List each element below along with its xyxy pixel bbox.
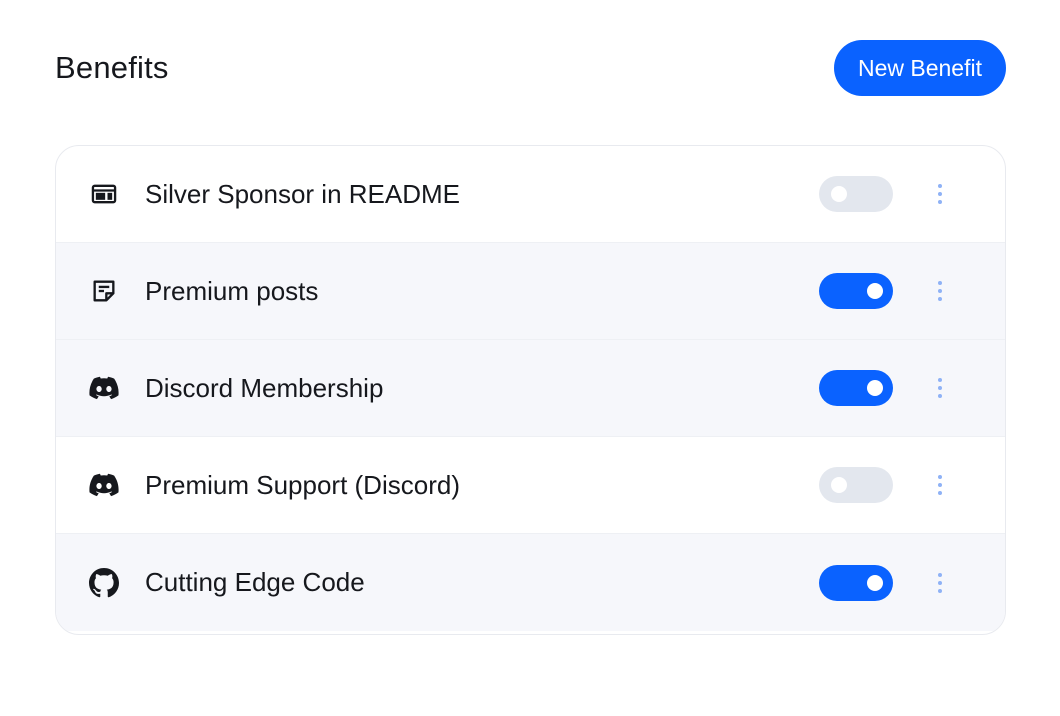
article-note-icon bbox=[89, 276, 119, 306]
benefit-label: Premium Support (Discord) bbox=[145, 469, 460, 500]
toggle-knob bbox=[867, 283, 883, 299]
benefit-label: Cutting Edge Code bbox=[145, 567, 365, 597]
benefits-page: Benefits New Benefit Silver Sponsor in R… bbox=[0, 0, 1060, 716]
toggle-knob bbox=[867, 574, 883, 591]
more-options-icon[interactable] bbox=[928, 467, 952, 503]
more-options-icon[interactable] bbox=[928, 565, 952, 601]
benefit-label: Silver Sponsor in README bbox=[145, 178, 460, 209]
page-title: Benefits bbox=[55, 50, 169, 85]
toggle-knob bbox=[831, 477, 847, 493]
toggle-knob bbox=[867, 380, 883, 396]
benefit-toggle[interactable] bbox=[819, 273, 893, 309]
list-item: Discord Membership bbox=[56, 340, 1005, 437]
list-item: Premium Support (Discord) bbox=[56, 437, 1005, 534]
benefit-toggle[interactable] bbox=[819, 370, 893, 406]
ad-card-icon bbox=[89, 179, 119, 209]
benefit-label: Discord Membership bbox=[145, 372, 384, 403]
benefit-toggle[interactable] bbox=[819, 176, 893, 212]
new-benefit-button[interactable]: New Benefit bbox=[833, 40, 1006, 96]
github-icon bbox=[89, 567, 119, 598]
benefits-list: Silver Sponsor in README Premium posts D… bbox=[55, 145, 1006, 635]
benefit-toggle[interactable] bbox=[819, 467, 893, 503]
list-item: Cutting Edge Code bbox=[56, 534, 1005, 631]
discord-icon bbox=[89, 373, 119, 403]
discord-icon bbox=[89, 470, 119, 500]
list-item: Silver Sponsor in README bbox=[56, 146, 1005, 243]
benefit-label: Premium posts bbox=[145, 275, 319, 306]
toggle-knob bbox=[831, 186, 847, 202]
more-options-icon[interactable] bbox=[928, 370, 952, 406]
more-options-icon[interactable] bbox=[928, 176, 952, 212]
benefit-toggle[interactable] bbox=[819, 564, 893, 601]
more-options-icon[interactable] bbox=[928, 273, 952, 309]
list-item: Premium posts bbox=[56, 243, 1005, 340]
page-header: Benefits New Benefit bbox=[55, 40, 1006, 96]
